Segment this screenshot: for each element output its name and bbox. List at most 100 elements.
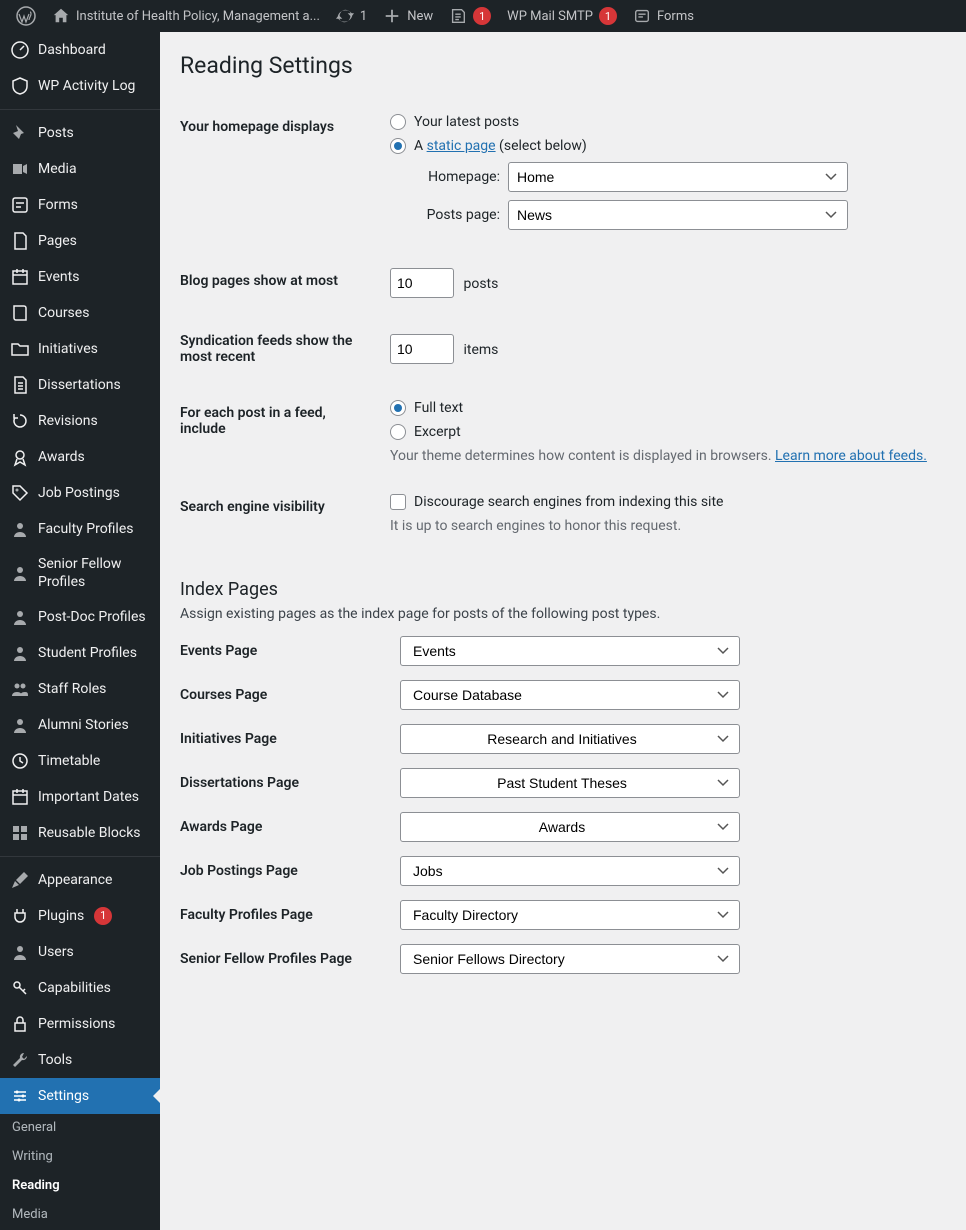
new-content-link[interactable]: New bbox=[375, 0, 441, 32]
clock-icon bbox=[10, 751, 30, 771]
menu-appearance[interactable]: Appearance bbox=[0, 856, 160, 898]
menu-settings[interactable]: Settings bbox=[0, 1078, 160, 1114]
document-icon bbox=[10, 375, 30, 395]
menu-posts[interactable]: Posts bbox=[0, 109, 160, 151]
plugin-icon bbox=[10, 906, 30, 926]
posts-page-select[interactable]: News bbox=[508, 200, 848, 230]
menu-job-postings[interactable]: Job Postings bbox=[0, 475, 160, 511]
feed-include-label: For each post in a feed, include bbox=[180, 385, 380, 479]
tag-icon bbox=[10, 483, 30, 503]
new-label: New bbox=[407, 9, 433, 24]
menu-media[interactable]: Media bbox=[0, 151, 160, 187]
page-title: Reading Settings bbox=[180, 52, 946, 79]
initiatives-page-label: Initiatives Page bbox=[180, 731, 400, 747]
search-engine-checkbox-label: Discourage search engines from indexing … bbox=[414, 494, 723, 510]
plugins-count-badge: 1 bbox=[94, 907, 112, 925]
search-engine-checkbox[interactable] bbox=[390, 494, 406, 510]
radio-static-page[interactable] bbox=[390, 138, 406, 154]
submenu-writing[interactable]: Writing bbox=[0, 1143, 160, 1172]
senior-fellow-page-select[interactable]: Senior Fellows Directory bbox=[400, 944, 740, 974]
shield-icon bbox=[10, 76, 30, 96]
forms-link[interactable]: Forms bbox=[625, 0, 702, 32]
submenu-reading[interactable]: Reading bbox=[0, 1172, 160, 1201]
lock-icon bbox=[10, 1014, 30, 1034]
menu-forms[interactable]: Forms bbox=[0, 187, 160, 223]
site-name: Institute of Health Policy, Management a… bbox=[76, 9, 320, 24]
wp-logo[interactable] bbox=[8, 0, 44, 32]
menu-post-doc-profiles[interactable]: Post-Doc Profiles bbox=[0, 599, 160, 635]
menu-plugins[interactable]: Plugins1 bbox=[0, 898, 160, 934]
jobpostings-page-select[interactable]: Jobs bbox=[400, 856, 740, 886]
static-suffix: (select below) bbox=[496, 138, 587, 154]
menu-courses[interactable]: Courses bbox=[0, 295, 160, 331]
pages-icon bbox=[10, 231, 30, 251]
menu-revisions[interactable]: Revisions bbox=[0, 403, 160, 439]
person-icon bbox=[10, 942, 30, 962]
syndication-label: Syndication feeds show the most recent bbox=[180, 313, 380, 385]
awards-page-label: Awards Page bbox=[180, 819, 400, 835]
menu-reusable-blocks[interactable]: Reusable Blocks bbox=[0, 815, 160, 851]
radio-excerpt[interactable] bbox=[390, 424, 406, 440]
media-icon bbox=[10, 159, 30, 179]
mailsmtp-label: WP Mail SMTP bbox=[507, 9, 593, 24]
wp-mail-smtp-link[interactable]: WP Mail SMTP 1 bbox=[499, 0, 625, 32]
forms-menu-icon bbox=[10, 195, 30, 215]
blocks-icon bbox=[10, 823, 30, 843]
forms-label: Forms bbox=[657, 9, 694, 24]
calendar-icon bbox=[10, 267, 30, 287]
menu-tools[interactable]: Tools bbox=[0, 1042, 160, 1078]
radio-latest-posts[interactable] bbox=[390, 114, 406, 130]
menu-timetable[interactable]: Timetable bbox=[0, 743, 160, 779]
menu-wp-activity-log[interactable]: WP Activity Log bbox=[0, 68, 160, 104]
awards-page-select[interactable]: Awards bbox=[400, 812, 740, 842]
faculty-page-select[interactable]: Faculty Directory bbox=[400, 900, 740, 930]
initiatives-page-select[interactable]: Research and Initiatives bbox=[400, 724, 740, 754]
menu-important-dates[interactable]: Important Dates bbox=[0, 779, 160, 815]
blog-pages-input[interactable] bbox=[390, 268, 454, 298]
homepage-select[interactable]: Home bbox=[508, 162, 848, 192]
person-icon bbox=[10, 519, 30, 539]
radio-full-text[interactable] bbox=[390, 400, 406, 416]
menu-faculty-profiles[interactable]: Faculty Profiles bbox=[0, 511, 160, 547]
menu-permissions[interactable]: Permissions bbox=[0, 1006, 160, 1042]
menu-student-profiles[interactable]: Student Profiles bbox=[0, 635, 160, 671]
feed-desc-link[interactable]: Learn more about feeds. bbox=[775, 448, 927, 464]
award-icon bbox=[10, 447, 30, 467]
form-icon bbox=[449, 7, 467, 25]
menu-awards[interactable]: Awards bbox=[0, 439, 160, 475]
menu-initiatives[interactable]: Initiatives bbox=[0, 331, 160, 367]
static-page-link[interactable]: static page bbox=[427, 138, 496, 154]
menu-pages[interactable]: Pages bbox=[0, 223, 160, 259]
menu-events[interactable]: Events bbox=[0, 259, 160, 295]
courses-page-select[interactable]: Course Database bbox=[400, 680, 740, 710]
forms-notice[interactable]: 1 bbox=[441, 0, 499, 32]
radio-latest-label: Your latest posts bbox=[414, 114, 519, 130]
menu-users[interactable]: Users bbox=[0, 934, 160, 970]
syndication-input[interactable] bbox=[390, 334, 454, 364]
folder-icon bbox=[10, 339, 30, 359]
menu-dissertations[interactable]: Dissertations bbox=[0, 367, 160, 403]
wordpress-icon bbox=[16, 6, 36, 26]
jobpostings-page-label: Job Postings Page bbox=[180, 863, 400, 879]
dissertations-page-select[interactable]: Past Student Theses bbox=[400, 768, 740, 798]
home-icon bbox=[52, 7, 70, 25]
history-icon bbox=[10, 411, 30, 431]
key-icon bbox=[10, 978, 30, 998]
menu-staff-roles[interactable]: Staff Roles bbox=[0, 671, 160, 707]
brush-icon bbox=[10, 870, 30, 890]
menu-alumni-stories[interactable]: Alumni Stories bbox=[0, 707, 160, 743]
feed-full-label: Full text bbox=[414, 400, 463, 416]
submenu-media[interactable]: Media bbox=[0, 1201, 160, 1230]
submenu-general[interactable]: General bbox=[0, 1114, 160, 1143]
menu-dashboard[interactable]: Dashboard bbox=[0, 32, 160, 68]
menu-capabilities[interactable]: Capabilities bbox=[0, 970, 160, 1006]
events-page-select[interactable]: Events bbox=[400, 636, 740, 666]
updates-link[interactable]: 1 bbox=[328, 0, 375, 32]
site-name-link[interactable]: Institute of Health Policy, Management a… bbox=[44, 0, 328, 32]
update-icon bbox=[336, 7, 354, 25]
dashboard-icon bbox=[10, 40, 30, 60]
admin-bar: Institute of Health Policy, Management a… bbox=[0, 0, 966, 32]
admin-menu: Dashboard WP Activity Log Posts Media Fo… bbox=[0, 32, 160, 1230]
menu-senior-fellow-profiles[interactable]: Senior Fellow Profiles bbox=[0, 547, 160, 599]
book-icon bbox=[10, 303, 30, 323]
